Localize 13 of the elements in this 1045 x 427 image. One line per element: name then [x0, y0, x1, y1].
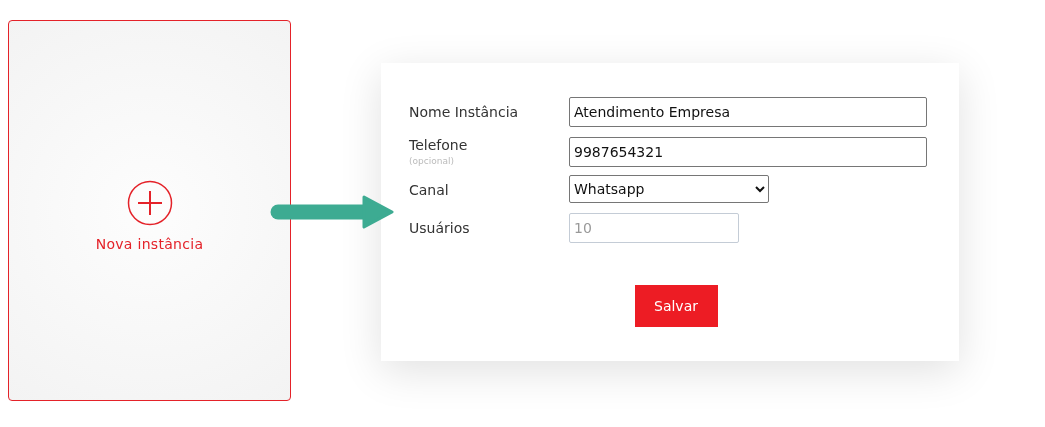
arrow-icon — [268, 194, 394, 230]
text-field[interactable]: Atendimento Empresa — [569, 97, 927, 127]
select-field[interactable]: Whatsapp — [569, 175, 769, 203]
field-label: Canal — [409, 182, 450, 198]
plus-icon — [126, 179, 173, 226]
field-label: Telefone — [409, 137, 469, 153]
field-label: Nome Instância — [409, 104, 520, 120]
new-instance-card[interactable]: Nova instância — [8, 20, 291, 401]
save-button[interactable]: Salvar — [634, 285, 718, 327]
field-hint: (opcional) — [409, 156, 455, 166]
field-label: Usuários — [409, 220, 471, 236]
text-field[interactable]: 9987654321 — [569, 137, 927, 167]
new-instance-label: Nova instância — [95, 235, 204, 252]
